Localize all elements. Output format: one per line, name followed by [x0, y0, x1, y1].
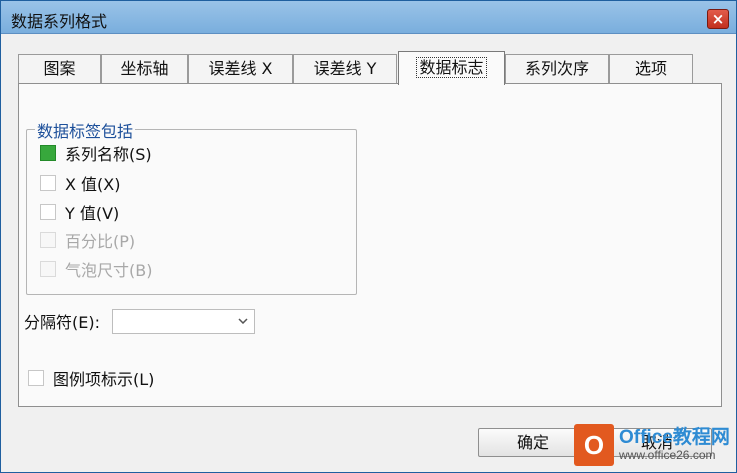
- checkbox-box[interactable]: [28, 370, 44, 386]
- x-value-checkbox[interactable]: X 值(X): [40, 172, 121, 194]
- checkbox-label: 图例项标示(L): [53, 370, 155, 389]
- bubble-size-checkbox: 气泡尺寸(B): [40, 258, 152, 280]
- tab-data-labels[interactable]: 数据标志: [398, 51, 505, 85]
- office-logo-icon: O: [574, 424, 614, 466]
- watermark: O Office教程网 www.office26.com: [574, 421, 734, 469]
- watermark-brand: Office教程网: [619, 426, 730, 448]
- chevron-down-icon[interactable]: [232, 310, 254, 333]
- tab-axis[interactable]: 坐标轴: [101, 54, 188, 84]
- y-value-checkbox[interactable]: Y 值(V): [40, 201, 119, 223]
- tab-error-bars-x[interactable]: 误差线 X: [188, 54, 293, 84]
- title-bar[interactable]: 数据系列格式 ×: [1, 1, 736, 34]
- groupbox-title: 数据标签包括: [35, 118, 136, 142]
- tab-patterns[interactable]: 图案: [18, 54, 101, 84]
- close-icon: ×: [711, 9, 725, 28]
- ok-button[interactable]: 确定: [478, 428, 588, 457]
- percentage-checkbox: 百分比(P): [40, 229, 135, 251]
- checkbox-box: [40, 232, 56, 248]
- data-labels-groupbox: 数据标签包括 系列名称(S) X 值(X) Y 值(V) 百分比(P) 气泡尺寸…: [26, 118, 357, 295]
- checkbox-box[interactable]: [40, 204, 56, 220]
- dialog-title: 数据系列格式: [11, 12, 108, 31]
- tab-error-bars-y[interactable]: 误差线 Y: [293, 54, 397, 84]
- tab-options[interactable]: 选项: [609, 54, 693, 84]
- watermark-url: www.office26.com: [619, 447, 716, 462]
- checkbox-label: 百分比(P): [65, 232, 136, 251]
- separator-label: 分隔符(E):: [24, 313, 100, 332]
- checkbox-label: 气泡尺寸(B): [65, 261, 153, 280]
- series-name-checkbox[interactable]: 系列名称(S): [40, 142, 152, 164]
- legend-key-checkbox[interactable]: 图例项标示(L): [28, 367, 154, 389]
- format-data-series-dialog: 数据系列格式 × 图案 坐标轴 误差线 X 误差线 Y 数据标志 系列次序 选项…: [0, 0, 737, 473]
- close-button[interactable]: ×: [707, 9, 729, 29]
- tab-series-order[interactable]: 系列次序: [505, 54, 609, 84]
- tab-panel: 数据标签包括 系列名称(S) X 值(X) Y 值(V) 百分比(P) 气泡尺寸…: [18, 83, 722, 407]
- checkbox-label: 系列名称(S): [65, 145, 152, 164]
- separator-row: 分隔符(E):: [24, 308, 255, 334]
- checkbox-label: Y 值(V): [65, 204, 120, 223]
- checkbox-label: X 值(X): [65, 175, 121, 194]
- checkbox-box: [40, 261, 56, 277]
- separator-dropdown[interactable]: [112, 308, 255, 334]
- checkbox-box[interactable]: [40, 175, 56, 191]
- checkbox-box[interactable]: [40, 145, 56, 161]
